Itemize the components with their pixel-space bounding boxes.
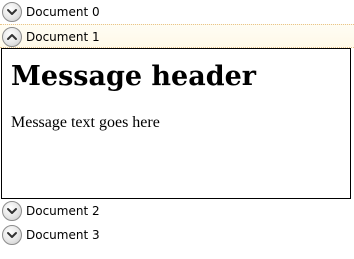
chevron-down-icon bbox=[7, 208, 17, 214]
message-text: Message text goes here bbox=[11, 114, 160, 131]
collapse-button-document-1[interactable] bbox=[2, 27, 22, 47]
chevron-down-icon bbox=[7, 9, 17, 15]
expand-button-document-2[interactable] bbox=[2, 201, 22, 221]
accordion-content-document-1: Message header Message text goes here bbox=[1, 48, 351, 199]
accordion-label-document-0: Document 0 bbox=[26, 5, 100, 19]
chevron-up-icon bbox=[7, 34, 17, 40]
document-accordion: Document 0 Document 1 Message header Mes… bbox=[0, 0, 354, 247]
message-header: Message header bbox=[11, 61, 257, 92]
accordion-label-document-1: Document 1 bbox=[26, 30, 100, 44]
accordion-label-document-2: Document 2 bbox=[26, 204, 100, 218]
accordion-header-document-0[interactable]: Document 0 bbox=[0, 0, 354, 24]
expand-button-document-3[interactable] bbox=[2, 225, 22, 245]
accordion-header-document-2[interactable]: Document 2 bbox=[0, 199, 354, 223]
accordion-header-document-1[interactable]: Document 1 bbox=[0, 24, 354, 48]
expand-button-document-0[interactable] bbox=[2, 2, 22, 22]
accordion-header-document-3[interactable]: Document 3 bbox=[0, 223, 354, 247]
chevron-down-icon bbox=[7, 232, 17, 238]
accordion-label-document-3: Document 3 bbox=[26, 228, 100, 242]
